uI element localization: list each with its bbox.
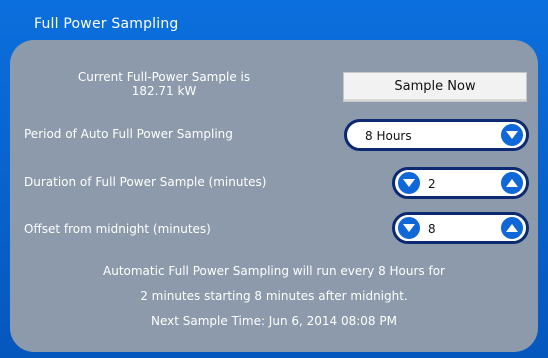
period-dropdown[interactable]: 8 Hours [344, 119, 529, 151]
chevron-up-icon [506, 224, 518, 232]
chevron-down-icon [403, 179, 415, 187]
summary-line-1: Automatic Full Power Sampling will run e… [103, 264, 445, 278]
offset-label: Offset from midnight (minutes) [24, 222, 211, 236]
duration-label: Duration of Full Power Sample (minutes) [24, 175, 267, 189]
period-value: 8 Hours [365, 129, 412, 143]
chevron-down-icon[interactable] [499, 122, 525, 148]
duration-stepper[interactable]: 2 [392, 167, 529, 199]
duration-decrement-button[interactable] [396, 170, 422, 196]
summary-line-2: 2 minutes starting 8 minutes after midni… [140, 289, 408, 303]
chevron-up-icon [506, 179, 518, 187]
offset-value[interactable]: 8 [428, 222, 436, 236]
duration-value[interactable]: 2 [428, 177, 436, 191]
chevron-down-icon [403, 224, 415, 232]
current-sample-value: 182.71 kW [131, 84, 197, 98]
offset-increment-button[interactable] [499, 215, 525, 241]
duration-increment-button[interactable] [499, 170, 525, 196]
next-sample-time: Next Sample Time: Jun 6, 2014 08:08 PM [151, 314, 397, 328]
offset-decrement-button[interactable] [396, 215, 422, 241]
period-label: Period of Auto Full Power Sampling [24, 127, 233, 141]
sample-now-button[interactable]: Sample Now [343, 72, 527, 102]
current-sample-label: Current Full-Power Sample is [77, 70, 251, 84]
offset-stepper[interactable]: 8 [392, 212, 529, 244]
window-title: Full Power Sampling [34, 16, 179, 32]
